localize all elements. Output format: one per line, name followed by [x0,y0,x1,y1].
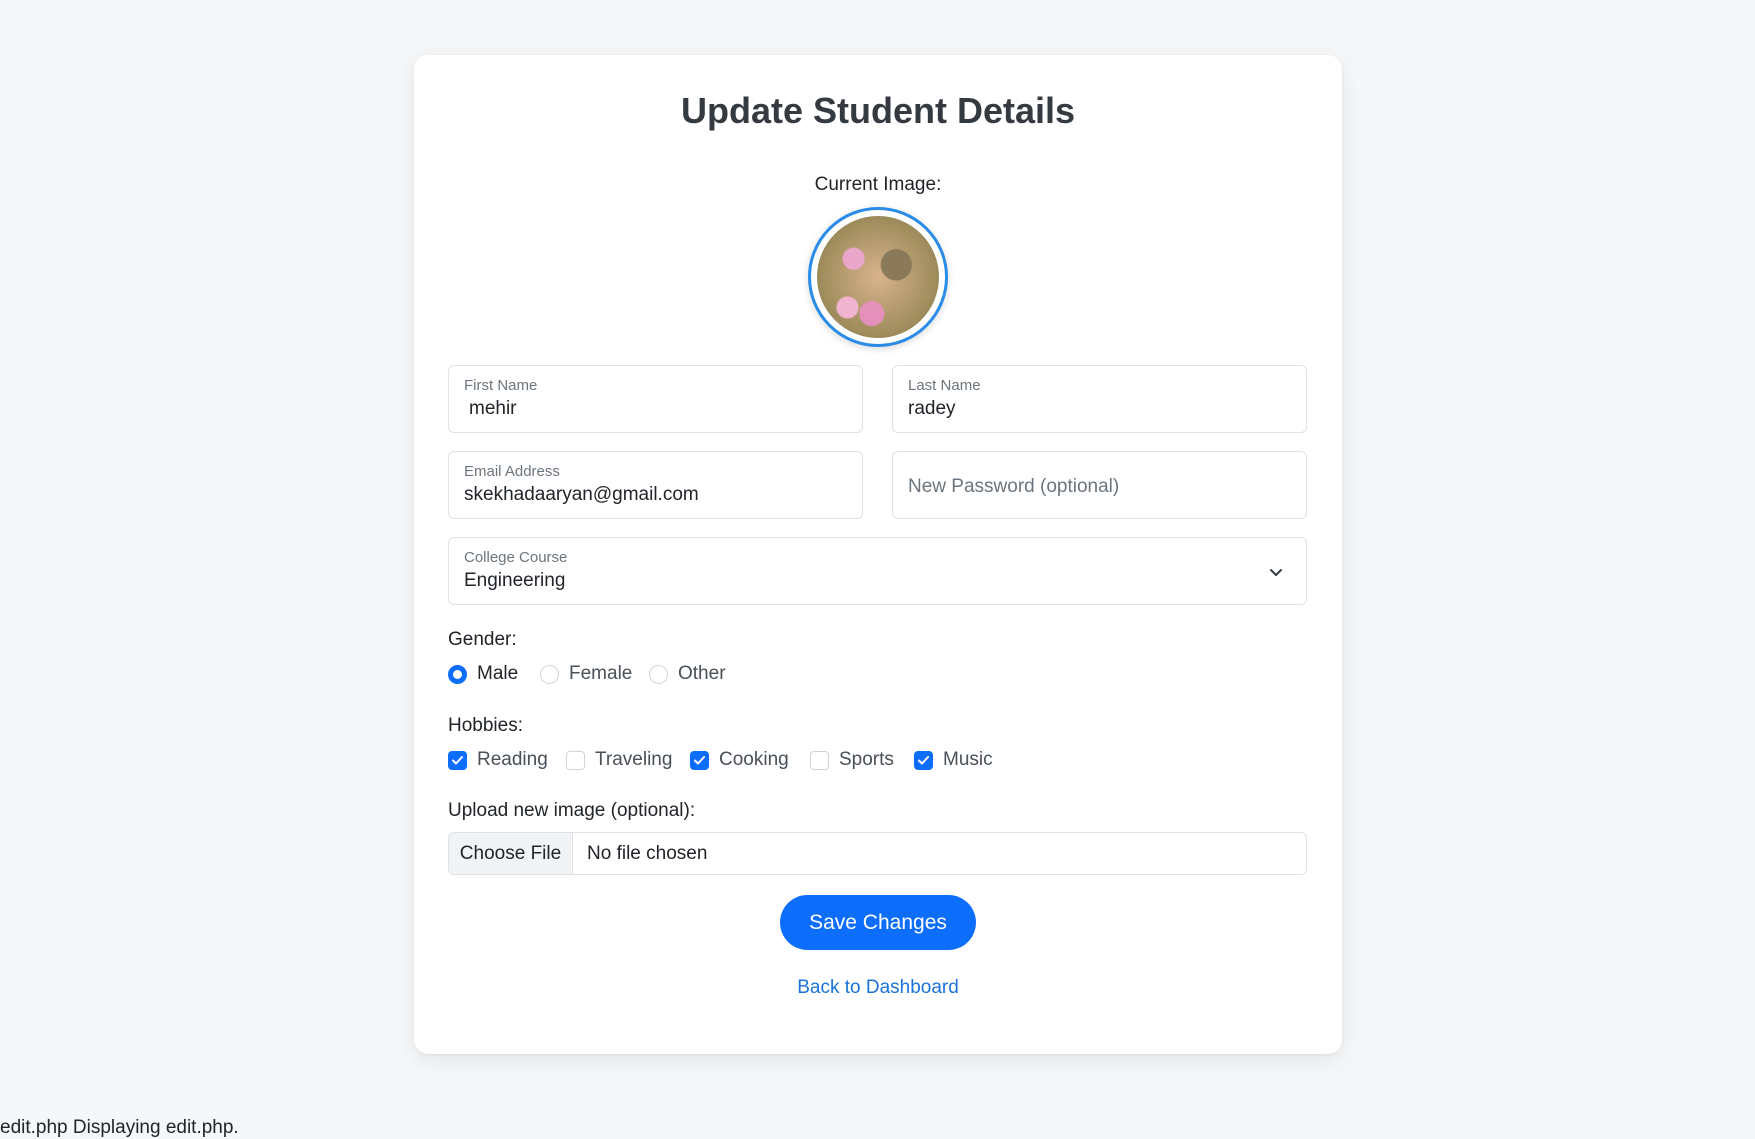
last-name-value: radey [908,398,956,419]
hobby-traveling-checkbox[interactable] [566,750,585,770]
college-course-value: Engineering [464,570,566,591]
hobby-sports-label: Sports [839,749,894,770]
checkmark-icon [694,755,705,764]
save-changes-button[interactable]: Save Changes [780,895,976,950]
email-label: Email Address [464,463,560,480]
gender-female-option[interactable]: Female [540,662,632,686]
gender-male-radio[interactable] [448,664,467,684]
edit-student-card: Update Student Details Current Image: Fi… [414,55,1342,1054]
last-name-label: Last Name [908,377,981,394]
page-title: Update Student Details [680,90,1076,131]
file-status: No file chosen [587,842,708,864]
browser-status-bar: edit.php Displaying edit.php. [0,1117,239,1138]
back-to-dashboard-link[interactable]: Back to Dashboard [414,977,1342,999]
hobbies-label: Hobbies: [448,715,523,736]
hobby-sports-option[interactable]: Sports [810,748,894,772]
gender-male-option[interactable]: Male [448,662,518,686]
hobby-traveling-option[interactable]: Traveling [566,748,672,772]
hobby-traveling-label: Traveling [595,749,673,770]
upload-label: Upload new image (optional): [448,800,696,821]
chevron-down-icon [1270,569,1282,576]
image-upload-input[interactable]: Choose File No file chosen [448,832,1307,875]
gender-female-radio[interactable] [540,664,559,684]
hobby-reading-checkbox[interactable] [448,750,467,770]
new-password-placeholder: New Password (optional) [908,476,1120,497]
checkmark-icon [918,755,929,764]
hobby-cooking-checkbox[interactable] [690,750,709,770]
gender-male-label: Male [477,663,519,684]
gender-other-label: Other [678,663,726,684]
checkmark-icon [452,755,463,764]
gender-label: Gender: [448,629,517,650]
gender-other-radio[interactable] [649,664,668,684]
hobby-music-label: Music [943,749,993,770]
hobby-cooking-label: Cooking [719,749,789,770]
hobby-cooking-option[interactable]: Cooking [690,748,789,772]
avatar-image [817,216,939,338]
email-field[interactable]: Email Address skekhadaaryan@gmail.com [448,451,863,519]
hobby-music-checkbox[interactable] [914,750,933,770]
email-value: skekhadaaryan@gmail.com [464,484,699,505]
current-image-label: Current Image: [814,174,942,195]
first-name-label: First Name [464,377,538,394]
college-course-select[interactable]: College Course Engineering [448,537,1307,605]
hobby-sports-checkbox[interactable] [810,750,829,770]
new-password-field[interactable]: New Password (optional) [892,451,1307,519]
last-name-field[interactable]: Last Name radey [892,365,1307,433]
hobby-reading-label: Reading [477,749,548,770]
gender-female-label: Female [569,663,633,684]
first-name-value: mehir [469,398,517,419]
first-name-field[interactable]: First Name mehir [448,365,863,433]
hobby-reading-option[interactable]: Reading [448,748,548,772]
avatar [808,207,948,347]
hobby-music-option[interactable]: Music [914,748,993,772]
gender-other-option[interactable]: Other [649,662,726,686]
choose-file-button[interactable]: Choose File [449,833,573,874]
college-course-label: College Course [464,549,568,566]
